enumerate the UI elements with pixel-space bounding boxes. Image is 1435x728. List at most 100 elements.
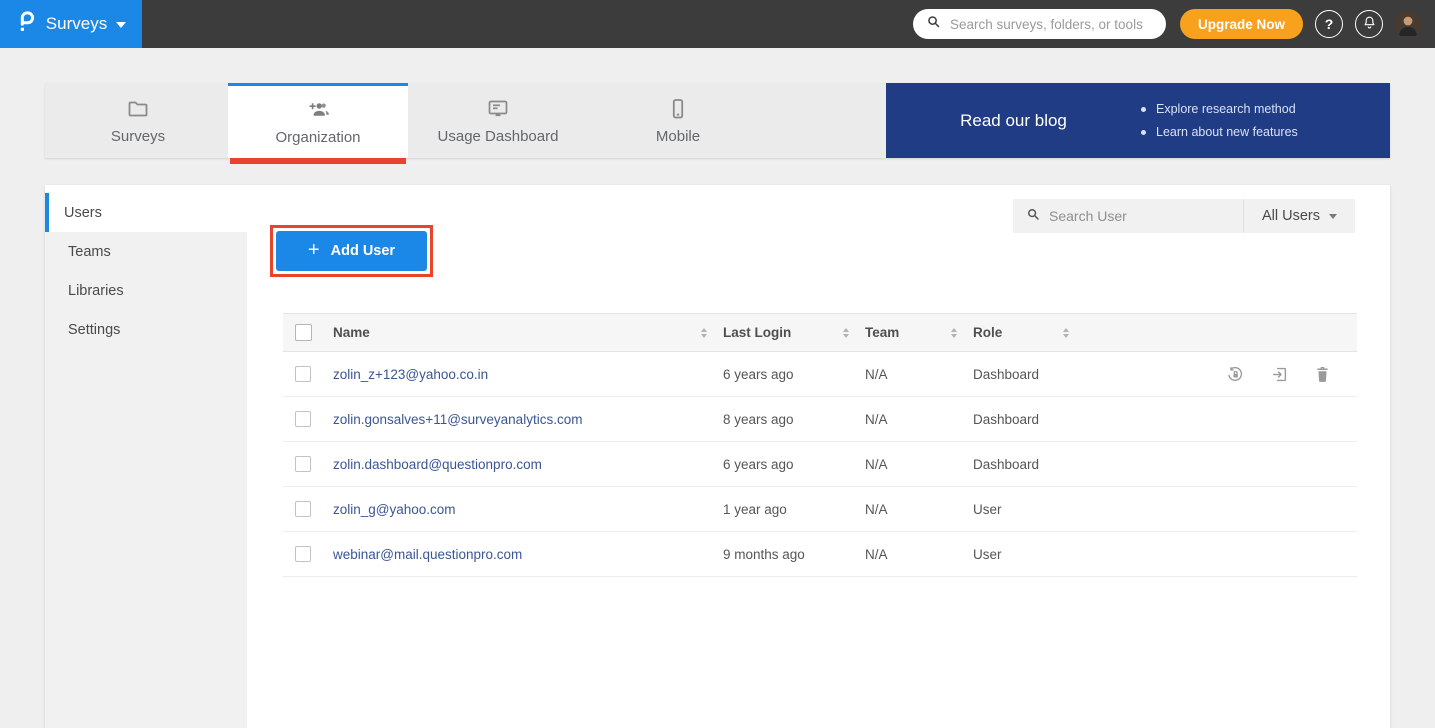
table-header: Name Last Login Team Role	[283, 313, 1357, 352]
sidebar-item-label: Users	[64, 205, 102, 221]
product-label: Surveys	[46, 14, 107, 34]
product-switcher[interactable]: Surveys	[0, 0, 142, 48]
global-search[interactable]	[913, 9, 1166, 39]
topbar: Surveys Upgrade Now ?	[0, 0, 1435, 48]
tab-label: Mobile	[656, 128, 700, 145]
last-login-value: 1 year ago	[723, 502, 865, 517]
sidebar-item-libraries[interactable]: Libraries	[45, 271, 247, 310]
search-icon	[926, 14, 941, 34]
sort-icon[interactable]	[951, 328, 957, 338]
last-login-value: 8 years ago	[723, 412, 865, 427]
column-label: Team	[865, 325, 899, 340]
tab-organization[interactable]: Organization	[228, 83, 408, 158]
user-search-bar: All Users	[1013, 199, 1355, 233]
help-icon: ?	[1325, 16, 1334, 32]
search-user-field[interactable]	[1013, 199, 1244, 233]
row-checkbox[interactable]	[295, 366, 311, 382]
organization-sidebar: Users Teams Libraries Settings	[45, 185, 247, 728]
blog-banner[interactable]: Read our blog Explore research method Le…	[886, 83, 1390, 158]
organization-panel: Users Teams Libraries Settings + Add Use…	[45, 185, 1390, 728]
row-actions	[1085, 365, 1357, 384]
global-search-input[interactable]	[950, 17, 1153, 32]
sidebar-item-label: Teams	[68, 244, 111, 260]
blog-banner-title: Read our blog	[886, 111, 1141, 131]
table-row: zolin.dashboard@questionpro.com 6 years …	[283, 442, 1357, 487]
last-login-value: 9 months ago	[723, 547, 865, 562]
row-checkbox[interactable]	[295, 501, 311, 517]
team-value: N/A	[865, 502, 973, 517]
folder-icon	[126, 97, 150, 121]
annotation-highlight-box: + Add User	[270, 225, 433, 277]
dashboard-icon	[486, 97, 510, 121]
filter-value: All Users	[1262, 208, 1320, 224]
last-login-value: 6 years ago	[723, 367, 865, 382]
row-checkbox[interactable]	[295, 411, 311, 427]
column-header-name[interactable]: Name	[333, 325, 723, 340]
column-header-last-login[interactable]: Last Login	[723, 325, 865, 340]
select-all-checkbox[interactable]	[295, 324, 312, 341]
add-user-label: Add User	[331, 243, 395, 259]
user-email-link[interactable]: zolin_z+123@yahoo.co.in	[333, 367, 723, 382]
row-checkbox[interactable]	[295, 546, 311, 562]
chevron-down-icon	[1329, 214, 1337, 219]
tab-label: Usage Dashboard	[438, 128, 559, 145]
team-value: N/A	[865, 367, 973, 382]
sidebar-item-label: Libraries	[68, 283, 124, 299]
tab-surveys[interactable]: Surveys	[48, 83, 228, 158]
blog-bullet: Explore research method	[1141, 98, 1298, 121]
role-value: User	[973, 502, 1085, 517]
table-row: zolin_g@yahoo.com 1 year ago N/A User	[283, 487, 1357, 532]
users-main: + Add User All Users	[247, 185, 1390, 728]
questionpro-logo	[16, 10, 37, 39]
role-value: Dashboard	[973, 367, 1085, 382]
sidebar-item-users[interactable]: Users	[45, 193, 247, 232]
sidebar-item-settings[interactable]: Settings	[45, 310, 247, 349]
table-row: zolin_z+123@yahoo.co.in 6 years ago N/A …	[283, 352, 1357, 397]
annotation-underline	[230, 158, 406, 164]
row-checkbox[interactable]	[295, 456, 311, 472]
header-checkbox-cell	[283, 324, 333, 341]
last-login-value: 6 years ago	[723, 457, 865, 472]
user-email-link[interactable]: zolin.gonsalves+11@surveyanalytics.com	[333, 412, 723, 427]
module-tabs: Surveys Organization	[45, 83, 768, 158]
search-user-input[interactable]	[1049, 208, 1230, 224]
upgrade-now-button[interactable]: Upgrade Now	[1180, 9, 1303, 39]
column-header-role[interactable]: Role	[973, 325, 1085, 340]
sort-icon[interactable]	[1063, 328, 1069, 338]
login-as-icon[interactable]	[1270, 365, 1289, 384]
users-table: Name Last Login Team Role	[283, 313, 1357, 577]
reset-password-icon[interactable]	[1226, 365, 1245, 384]
team-value: N/A	[865, 547, 973, 562]
column-header-team[interactable]: Team	[865, 325, 973, 340]
user-email-link[interactable]: webinar@mail.questionpro.com	[333, 547, 723, 562]
column-label: Name	[333, 325, 370, 340]
add-user-button[interactable]: + Add User	[276, 231, 427, 271]
tab-label: Surveys	[111, 128, 165, 145]
plus-icon: +	[308, 240, 320, 260]
module-tab-bar: Surveys Organization	[45, 83, 1390, 158]
tab-usage-dashboard[interactable]: Usage Dashboard	[408, 83, 588, 158]
tab-label: Organization	[275, 129, 360, 146]
mobile-icon	[666, 97, 690, 121]
sort-icon[interactable]	[701, 328, 707, 338]
search-icon	[1026, 207, 1040, 226]
table-row: webinar@mail.questionpro.com 9 months ag…	[283, 532, 1357, 577]
table-row: zolin.gonsalves+11@surveyanalytics.com 8…	[283, 397, 1357, 442]
help-button[interactable]: ?	[1315, 10, 1343, 38]
bell-icon	[1362, 15, 1377, 33]
delete-icon[interactable]	[1314, 365, 1331, 384]
user-email-link[interactable]: zolin_g@yahoo.com	[333, 502, 723, 517]
role-value: Dashboard	[973, 412, 1085, 427]
team-value: N/A	[865, 412, 973, 427]
tab-mobile[interactable]: Mobile	[588, 83, 768, 158]
add-person-icon	[305, 98, 331, 122]
user-email-link[interactable]: zolin.dashboard@questionpro.com	[333, 457, 723, 472]
role-value: Dashboard	[973, 457, 1085, 472]
sort-icon[interactable]	[843, 328, 849, 338]
chevron-down-icon	[116, 22, 126, 28]
user-filter-dropdown[interactable]: All Users	[1244, 199, 1355, 233]
blog-bullet: Learn about new features	[1141, 121, 1298, 144]
sidebar-item-teams[interactable]: Teams	[45, 232, 247, 271]
notifications-button[interactable]	[1355, 10, 1383, 38]
user-avatar[interactable]	[1394, 10, 1422, 38]
